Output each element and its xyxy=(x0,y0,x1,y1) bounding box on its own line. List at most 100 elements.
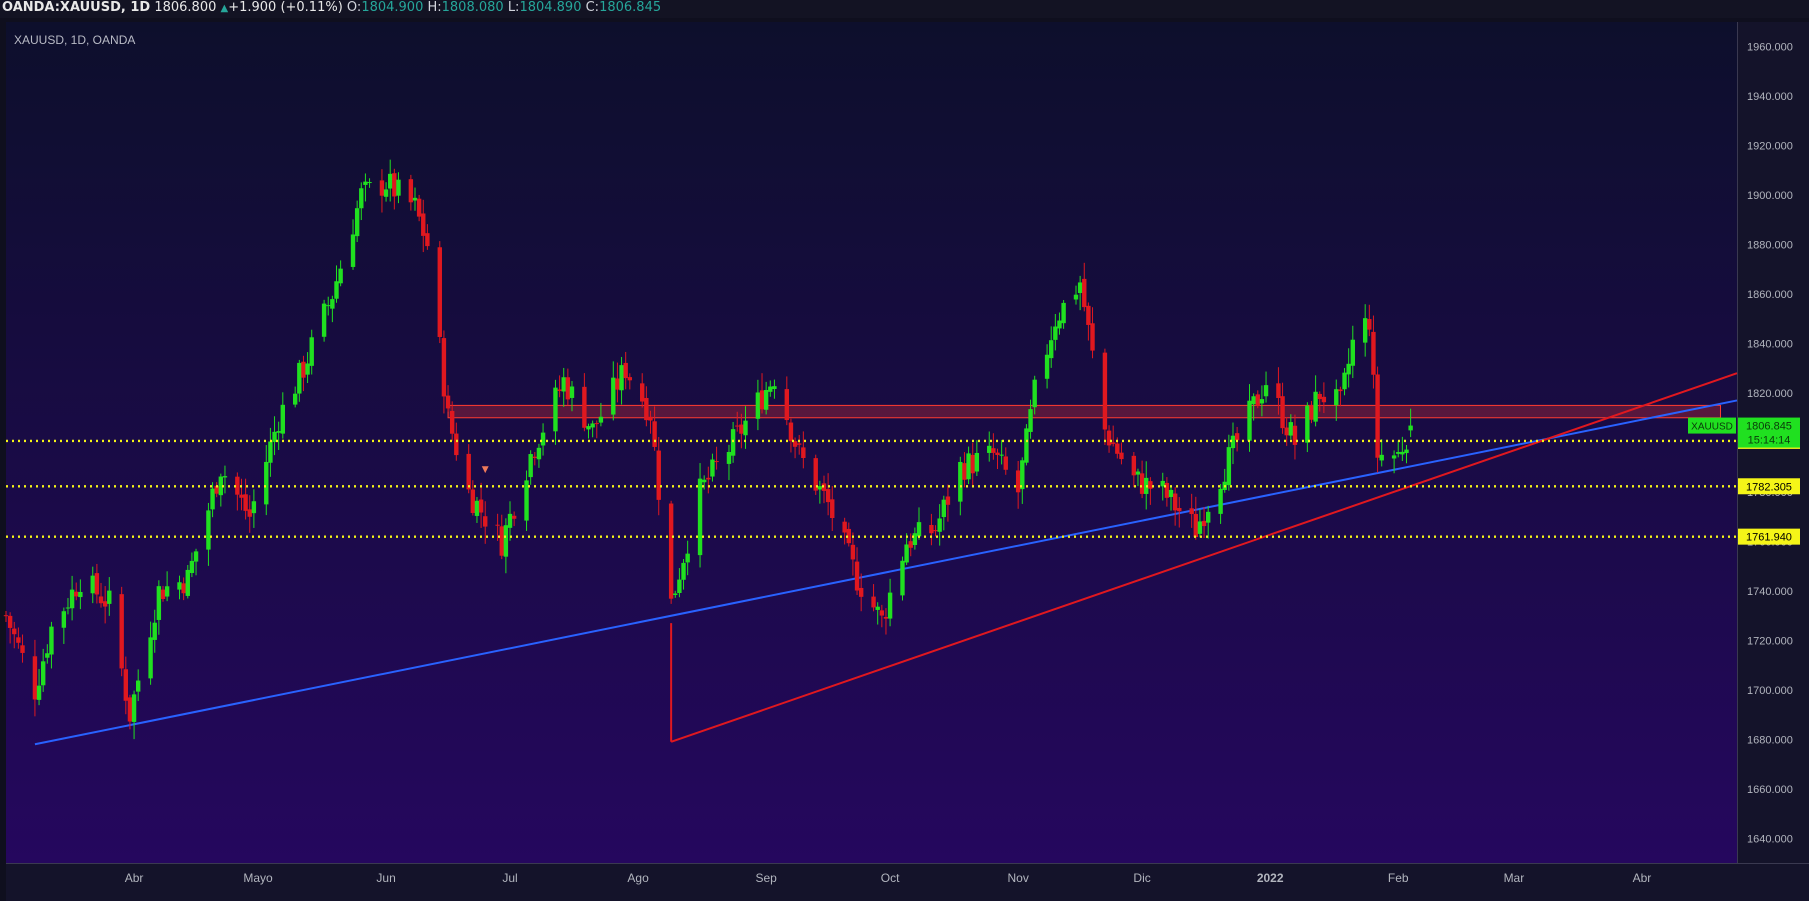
price-tick-label: 1920.000 xyxy=(1747,141,1793,153)
candle-body xyxy=(354,208,360,237)
candle-body xyxy=(1168,489,1174,498)
candle-body xyxy=(1284,427,1289,436)
price-tick-label: 1960.000 xyxy=(1747,42,1793,54)
candle-body xyxy=(797,443,802,445)
time-tick-label: Mar xyxy=(1504,871,1525,885)
candle-body xyxy=(1251,396,1256,405)
price-tick-label: 1860.000 xyxy=(1747,289,1793,301)
candle-body xyxy=(858,587,864,597)
candle-body xyxy=(1115,443,1120,454)
candle-body xyxy=(801,447,806,458)
price-tick-label: 1700.000 xyxy=(1747,685,1793,697)
candle-body xyxy=(598,416,604,423)
candle-body xyxy=(1090,323,1095,351)
candle-body xyxy=(1197,521,1203,534)
candle-body xyxy=(611,377,616,415)
candle-body xyxy=(94,573,100,595)
candle-body xyxy=(326,305,331,307)
candle-body xyxy=(268,441,273,463)
candle-body xyxy=(1350,339,1355,366)
candle-body xyxy=(1280,396,1285,429)
candle-body xyxy=(1193,513,1199,538)
candle-body xyxy=(763,389,769,410)
candle-body xyxy=(594,423,599,425)
candle-body xyxy=(1321,396,1327,403)
candle-body xyxy=(421,213,426,236)
plot-background[interactable] xyxy=(6,22,1737,863)
candle-body xyxy=(449,410,455,434)
candle-body xyxy=(536,447,542,460)
candle-body xyxy=(586,426,591,430)
candle-body xyxy=(904,544,909,563)
candle-body xyxy=(119,594,124,669)
candle-body xyxy=(297,362,302,394)
candle-body xyxy=(243,494,248,511)
candle-body xyxy=(1367,319,1372,330)
candle-body xyxy=(1201,520,1207,527)
candle-body xyxy=(1131,455,1137,476)
candle-body xyxy=(334,281,339,299)
candle-body xyxy=(784,389,790,421)
candle-body xyxy=(148,637,153,679)
candle-body xyxy=(970,454,975,474)
candle-body xyxy=(359,188,364,209)
candle-body xyxy=(1313,391,1318,422)
candle-body xyxy=(474,500,480,516)
candle-body xyxy=(1148,481,1153,489)
candle-body xyxy=(61,611,67,628)
candle-body xyxy=(102,601,108,607)
candle-body xyxy=(569,386,575,398)
candle-body xyxy=(1057,320,1062,329)
candle-body xyxy=(441,338,447,397)
candle-body xyxy=(701,479,707,483)
price-chart[interactable]: XAUUSD, 1D, OANDA ▼ 1640.000 1660.000 1680… xyxy=(0,0,1809,901)
candle-body xyxy=(280,404,285,434)
candle-body xyxy=(1255,394,1260,406)
candle-body xyxy=(193,551,199,562)
time-axis-background[interactable] xyxy=(6,864,1809,901)
price-tick-label: 1820.000 xyxy=(1747,388,1793,400)
time-tick-label: Nov xyxy=(1007,871,1028,885)
candle-body xyxy=(1263,385,1269,397)
candle-body xyxy=(1305,405,1310,443)
candle-body xyxy=(40,661,46,686)
price-tick-label: 1940.000 xyxy=(1747,91,1793,103)
candle-body xyxy=(127,697,133,722)
candle-body xyxy=(156,586,162,620)
candle-body xyxy=(561,377,566,392)
candle-body xyxy=(912,533,918,545)
candle-body xyxy=(1342,372,1347,390)
candle-body xyxy=(367,182,372,184)
candle-body xyxy=(999,454,1004,456)
candle-body xyxy=(379,180,385,196)
candle-body xyxy=(416,198,422,217)
price-tick-label: 1640.000 xyxy=(1747,833,1793,845)
candle-body xyxy=(206,510,211,550)
candle xyxy=(813,454,818,495)
candle-body xyxy=(321,303,327,337)
price-tick-label: 1660.000 xyxy=(1747,784,1793,796)
candle xyxy=(668,500,674,604)
candle-body xyxy=(1139,473,1145,494)
candle-body xyxy=(1334,389,1339,406)
candle-body xyxy=(673,593,678,595)
candle-body xyxy=(16,637,21,643)
candle-body xyxy=(1135,471,1141,475)
candle-body xyxy=(107,590,112,604)
candle-body xyxy=(466,453,471,490)
candle-body xyxy=(74,591,79,597)
candle-body xyxy=(772,386,777,390)
candle-body xyxy=(392,173,397,197)
candle-body xyxy=(408,179,414,203)
candle-body xyxy=(958,461,963,502)
bar-countdown-label: 15:14:14 xyxy=(1748,435,1791,447)
time-tick-label: Jun xyxy=(376,871,395,885)
candle-body xyxy=(503,525,509,557)
candle-body xyxy=(445,395,451,409)
candle-body xyxy=(210,488,215,510)
candle-body xyxy=(1086,305,1091,325)
candle xyxy=(1024,424,1029,466)
candle-body xyxy=(1077,282,1083,294)
candle-body xyxy=(247,509,252,517)
price-tick-label: 1900.000 xyxy=(1747,190,1793,202)
